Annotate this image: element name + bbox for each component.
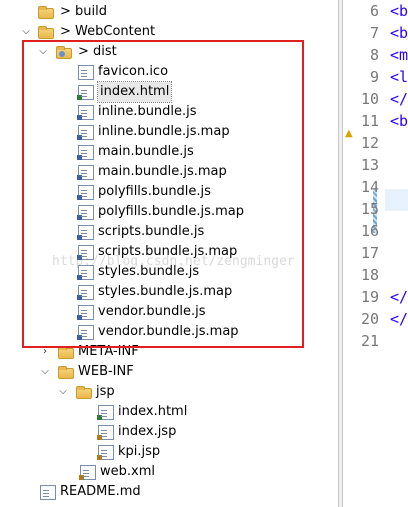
folder-icon <box>58 346 74 359</box>
html-file-icon <box>97 404 114 420</box>
line-number: 12 <box>360 134 379 152</box>
line-number: 14 <box>360 178 379 196</box>
markdown-file-icon <box>40 484 56 500</box>
tree-item-jsp[interactable]: jsp <box>76 382 115 402</box>
line-number: 17 <box>360 244 379 262</box>
line-number: 18 <box>360 266 379 284</box>
line-number: 19 <box>360 288 379 306</box>
tree-item-label: WebContent <box>75 24 156 39</box>
line-number: 20 <box>360 310 379 328</box>
tree-item-label: README.md <box>60 484 141 499</box>
tree-item-label: build <box>75 4 108 19</box>
annotation-highlight-box <box>22 40 304 348</box>
tree-item-web-inf[interactable]: WEB-INF <box>58 362 134 382</box>
line-number: 8 <box>369 46 379 64</box>
line-number: 16 <box>360 222 379 240</box>
folder-icon <box>76 386 92 399</box>
code-line: <l <box>390 68 408 86</box>
jsp-file-icon <box>97 444 114 460</box>
code-line: <m <box>390 46 408 64</box>
code-line: <b <box>390 2 408 20</box>
line-number: 15 <box>360 200 379 218</box>
tree-file-readme[interactable]: README.md <box>38 482 141 502</box>
code-line: </ <box>390 288 408 306</box>
code-editor[interactable]: ▲ 6 <b 7 <b 8 <m 9 <l 10 </11 <b 12 13 14 15 16 17 18 19 </… <box>343 0 408 507</box>
xml-file-icon <box>79 464 96 480</box>
code-line: </ <box>390 310 408 328</box>
tree-item-label: kpi.jsp <box>118 444 161 459</box>
code-line: </ <box>390 90 408 108</box>
tree-item-label: web.xml <box>100 464 155 479</box>
folder-icon <box>58 366 74 379</box>
current-line-highlight <box>385 189 408 211</box>
line-number: 7 <box>369 24 379 42</box>
folder-icon <box>38 26 54 39</box>
watermark: http://blog.csdn.net/zengminger <box>52 254 295 269</box>
jsp-file-icon <box>97 424 114 440</box>
code-line: <b <box>390 112 408 130</box>
tree-item-webcontent[interactable]: > WebContent <box>38 22 155 42</box>
line-number: 6 <box>369 2 379 20</box>
chevron-down-icon[interactable]: ⌵ <box>21 22 31 42</box>
code-line: <b <box>390 24 408 42</box>
tree-file-kpi-jsp[interactable]: kpi.jsp <box>96 442 160 462</box>
tree-item-label: index.html <box>118 404 188 419</box>
line-number: 13 <box>360 156 379 174</box>
tree-file-jsp-index-html[interactable]: index.html <box>96 402 187 422</box>
tree-item-label: WEB-INF <box>78 364 134 379</box>
line-number: 11 <box>360 112 379 130</box>
tree-file-web-xml[interactable]: web.xml <box>78 462 155 482</box>
chevron-down-icon[interactable]: ⌵ <box>58 382 68 402</box>
line-number: 9 <box>369 68 379 86</box>
tree-item-build[interactable]: > build <box>38 2 107 22</box>
tree-item-label: index.jsp <box>118 424 177 439</box>
chevron-down-icon[interactable]: ⌵ <box>40 362 50 382</box>
folder-icon <box>38 6 54 19</box>
tree-item-label: jsp <box>96 384 115 399</box>
tree-file-index-jsp[interactable]: index.jsp <box>96 422 176 442</box>
line-number: 10 <box>360 90 379 108</box>
line-number: 21 <box>360 332 379 350</box>
